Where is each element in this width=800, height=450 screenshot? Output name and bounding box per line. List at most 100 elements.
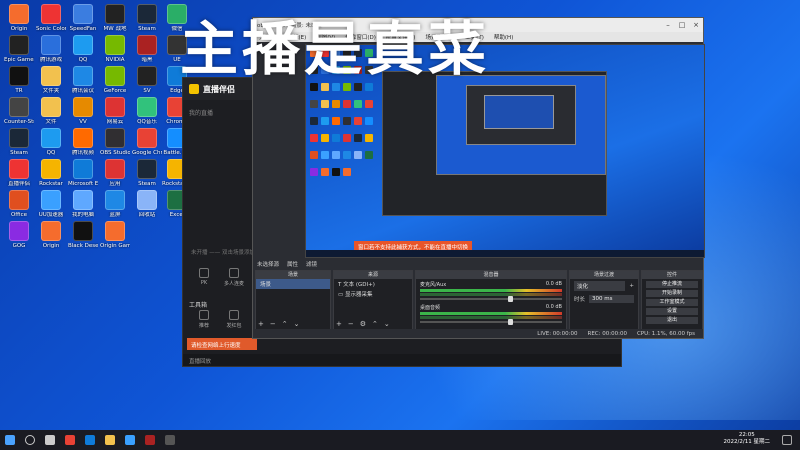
obs-icon[interactable] — [160, 430, 180, 450]
desktop-icon[interactable]: Steam — [132, 159, 162, 187]
start-recording-button[interactable]: 开始录制 — [646, 290, 698, 297]
obs-menu-item[interactable]: 配置文件(P) — [386, 33, 416, 41]
desktop-icon[interactable]: 微信 — [162, 4, 192, 32]
desktop-icon[interactable]: Origin — [36, 221, 66, 249]
obs-menu-item[interactable]: 编辑(E) — [287, 33, 306, 41]
remove-icon[interactable]: − — [270, 320, 276, 328]
start-icon[interactable] — [0, 430, 20, 450]
up-icon[interactable]: ⌃ — [372, 320, 378, 328]
gear-icon[interactable]: ⚙ — [360, 320, 366, 328]
obs-menu-item[interactable]: 视图(V) — [316, 33, 335, 41]
desktop-icon[interactable]: 直播伴侣 — [4, 159, 34, 187]
desktop-icon[interactable]: SV — [132, 66, 162, 94]
add-icon[interactable]: + — [258, 320, 264, 328]
streamer-nav-my-live[interactable]: 我的直播 — [189, 108, 213, 117]
desktop-icon[interactable]: UU加速器 — [36, 190, 66, 218]
desktop-icon[interactable]: 暗黑 — [132, 35, 162, 63]
exit-button[interactable]: 退出 — [646, 317, 698, 324]
down-icon[interactable]: ⌄ — [294, 320, 300, 328]
streamer-btn-recommend[interactable]: 推荐 — [191, 310, 217, 329]
desktop-icon[interactable]: QQ — [68, 35, 98, 63]
source-item-display[interactable]: ▭ 显示器采集 — [334, 289, 412, 299]
desktop-icon[interactable]: Epic Games Launcher — [4, 35, 34, 63]
desktop-icon[interactable]: Steam — [4, 128, 34, 156]
desktop-icon[interactable]: 腾讯视频 — [68, 128, 98, 156]
desktop-icon[interactable]: 我的电脑 — [68, 190, 98, 218]
obs-titlebar[interactable]: obs-studio · 场景: 未命名 – □ × — [253, 18, 703, 32]
up-icon[interactable]: ⌃ — [282, 320, 288, 328]
desktop-icon[interactable]: 网易云 — [100, 97, 130, 125]
notification-icon[interactable] — [782, 435, 792, 445]
edge-icon[interactable] — [80, 430, 100, 450]
desktop-icon[interactable]: GeForce — [100, 66, 130, 94]
transition-select[interactable]: 淡化 — [574, 281, 626, 291]
studio-mode-button[interactable]: 工作室模式 — [646, 299, 698, 306]
volume-slider[interactable] — [420, 296, 562, 302]
obs-menu-item[interactable]: 帮助(H) — [494, 33, 513, 41]
volume-meter — [420, 293, 562, 296]
desktop-icon[interactable]: Sonic Colors — [36, 4, 66, 32]
mixer-dock: 混音器 麦克风/Aux 0.0 dB 桌面音频 0.0 dB — [415, 270, 567, 330]
desktop-icon[interactable]: 回收站 — [132, 190, 162, 218]
streamer-btn-multi-mic[interactable]: 多人连麦 — [221, 268, 247, 287]
add-icon[interactable]: + — [336, 320, 342, 328]
game-icon[interactable] — [140, 430, 160, 450]
desktop-icon[interactable]: TR — [4, 66, 34, 94]
chrome-icon[interactable] — [60, 430, 80, 450]
settings-button[interactable]: 设置 — [646, 308, 698, 315]
obs-menu-item[interactable]: 停靠窗口(D) — [345, 33, 376, 41]
obs-menu-item[interactable]: 工具(T) — [465, 33, 484, 41]
source-item-text[interactable]: T 文本 (GDI+) — [334, 279, 412, 289]
streamer-alert-banner[interactable]: 请检查网络上行速度 — [187, 338, 257, 350]
desktop-icon[interactable]: QQ — [36, 128, 66, 156]
obs-menu-item[interactable]: 文件(F) — [259, 33, 277, 41]
desktop-icon[interactable]: Rockstar — [36, 159, 66, 187]
desktop-icon[interactable]: 文件夹 — [36, 66, 66, 94]
minimize-icon[interactable]: – — [661, 21, 675, 29]
volume-slider[interactable] — [420, 319, 562, 325]
scene-item[interactable]: 场景 — [256, 279, 330, 289]
duration-field[interactable]: 300 ms — [589, 295, 634, 303]
properties-button[interactable]: 属性 — [287, 260, 298, 268]
obs-window[interactable]: obs-studio · 场景: 未命名 – □ × 文件(F) 编辑(E) 视图(… — [252, 17, 705, 339]
preview-app-icon — [343, 117, 351, 125]
maximize-icon[interactable]: □ — [675, 21, 689, 29]
desktop-icon[interactable]: 文件 — [36, 97, 66, 125]
desktop-icon[interactable]: GOG — [4, 221, 34, 249]
app-icon — [105, 4, 125, 24]
desktop-icon[interactable]: MW 战地 — [100, 4, 130, 32]
desktop-icon[interactable]: Steam — [132, 4, 162, 32]
desktop-icon[interactable]: Black Desert — [68, 221, 98, 249]
down-icon[interactable]: ⌄ — [384, 320, 390, 328]
desktop-icon[interactable]: Microsoft Edge — [68, 159, 98, 187]
desktop-icon[interactable]: QQ音乐 — [132, 97, 162, 125]
add-icon[interactable]: + — [629, 283, 634, 289]
desktop-icon[interactable]: 蓝屏 — [100, 190, 130, 218]
desktop-icon[interactable]: UE — [162, 35, 192, 63]
desktop-icon[interactable]: Office — [4, 190, 34, 218]
desktop-icon[interactable]: 腾讯会议 — [68, 66, 98, 94]
obs-preview-canvas[interactable]: 窗口若不支持此捕获方式，不能在直播中切换 — [305, 44, 705, 258]
desktop-icon[interactable]: SpeedFan — [68, 4, 98, 32]
stop-streaming-button[interactable]: 停止推流 — [646, 281, 698, 288]
streamer-btn-pk[interactable]: PK — [191, 268, 217, 286]
desktop-icon[interactable]: VV — [68, 97, 98, 125]
taskbar-clock[interactable]: 22:05 2022/2/11 星期二 — [724, 432, 770, 446]
desktop-icon[interactable]: NVIDIA — [100, 35, 130, 63]
desktop-icon[interactable]: Counter-Strike 2007 — [4, 97, 34, 125]
remove-icon[interactable]: − — [348, 320, 354, 328]
desktop-icon[interactable]: Origin — [4, 4, 34, 32]
obs-menu-item[interactable]: 场景集合(S) — [425, 33, 455, 41]
desktop-icon[interactable]: Google Chrome — [132, 128, 162, 156]
task-view-icon[interactable] — [40, 430, 60, 450]
explorer-icon[interactable] — [100, 430, 120, 450]
filters-button[interactable]: 滤镜 — [306, 260, 317, 268]
desktop-icon[interactable]: Origin Games — [100, 221, 130, 249]
close-icon[interactable]: × — [689, 21, 703, 29]
desktop-icon[interactable]: 腾讯游戏 — [36, 35, 66, 63]
streamer-btn-red-packet[interactable]: 发红包 — [221, 310, 247, 329]
desktop-icon[interactable]: 应用 — [100, 159, 130, 187]
desktop-icon[interactable]: OBS Studio — [100, 128, 130, 156]
search-icon[interactable] — [20, 430, 40, 450]
store-icon[interactable] — [120, 430, 140, 450]
